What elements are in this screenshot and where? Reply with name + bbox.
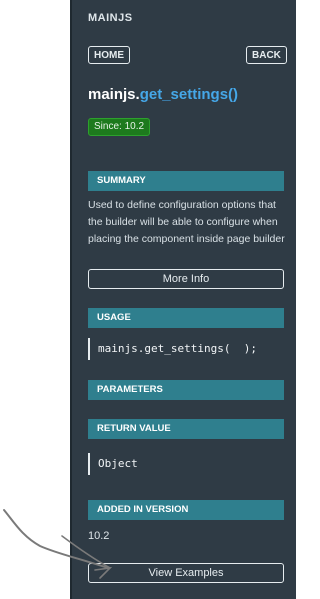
function-heading: mainjs.get_settings() [88, 86, 238, 103]
home-button[interactable]: HOME [88, 46, 130, 64]
usage-header: USAGE [88, 308, 284, 328]
usage-code: mainjs.get_settings( ); [88, 338, 278, 360]
panel-title: MAINJS [88, 12, 133, 24]
function-name: get_settings() [139, 86, 239, 103]
parameters-header: PARAMETERS [88, 380, 284, 400]
back-button[interactable]: BACK [246, 46, 287, 64]
more-info-button[interactable]: More Info [88, 269, 284, 289]
summary-text: Used to define configuration options tha… [88, 199, 285, 245]
annotation-arrow-icon [3, 509, 113, 579]
summary-header: SUMMARY [88, 171, 284, 191]
return-value-header: RETURN VALUE [88, 419, 284, 439]
function-object: mainjs [88, 86, 136, 103]
since-badge: Since: 10.2 [88, 118, 151, 136]
return-value-code: Object [88, 453, 278, 475]
